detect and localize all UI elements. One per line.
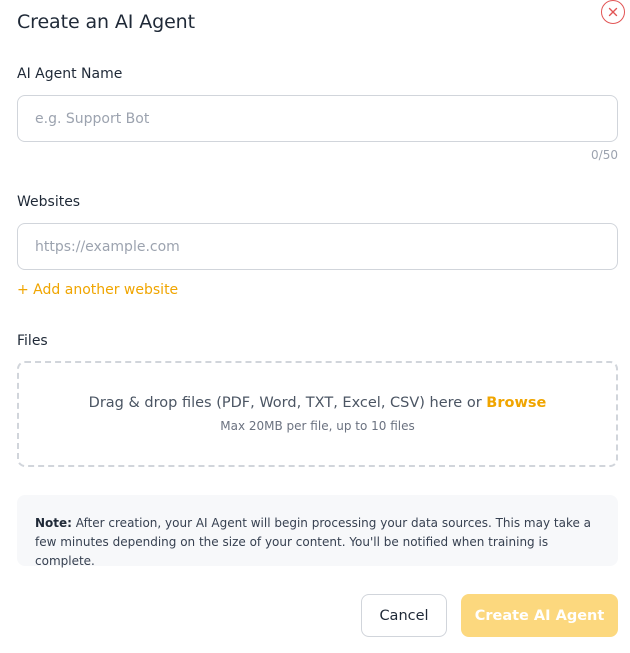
note-prefix: Note: bbox=[35, 516, 72, 530]
create-agent-button[interactable]: Create AI Agent bbox=[461, 594, 618, 637]
websites-label: Websites bbox=[17, 194, 81, 210]
dropzone-limits: Max 20MB per file, up to 10 files bbox=[220, 419, 415, 433]
file-dropzone[interactable]: Drag & drop files (PDF, Word, TXT, Excel… bbox=[17, 361, 618, 467]
modal-title: Create an AI Agent bbox=[17, 11, 195, 33]
info-note: Note: After creation, your AI Agent will… bbox=[17, 495, 618, 568]
agent-name-label: AI Agent Name bbox=[17, 66, 123, 82]
browse-link[interactable]: Browse bbox=[486, 395, 546, 411]
close-circle-icon bbox=[608, 7, 618, 17]
agent-name-input[interactable] bbox=[17, 95, 618, 142]
dropzone-text: Drag & drop files (PDF, Word, TXT, Excel… bbox=[89, 395, 547, 411]
close-button[interactable] bbox=[601, 0, 625, 24]
character-counter: 0/50 bbox=[591, 148, 618, 162]
website-url-input[interactable] bbox=[17, 223, 618, 270]
dropzone-instructions: Drag & drop files (PDF, Word, TXT, Excel… bbox=[88, 395, 487, 411]
note-text: After creation, your AI Agent will begin… bbox=[35, 516, 592, 568]
add-website-link[interactable]: + Add another website bbox=[17, 282, 178, 298]
create-agent-modal: Create an AI Agent AI Agent Name 0/50 We… bbox=[0, 0, 630, 653]
files-label: Files bbox=[17, 333, 48, 349]
cancel-button[interactable]: Cancel bbox=[361, 594, 447, 637]
